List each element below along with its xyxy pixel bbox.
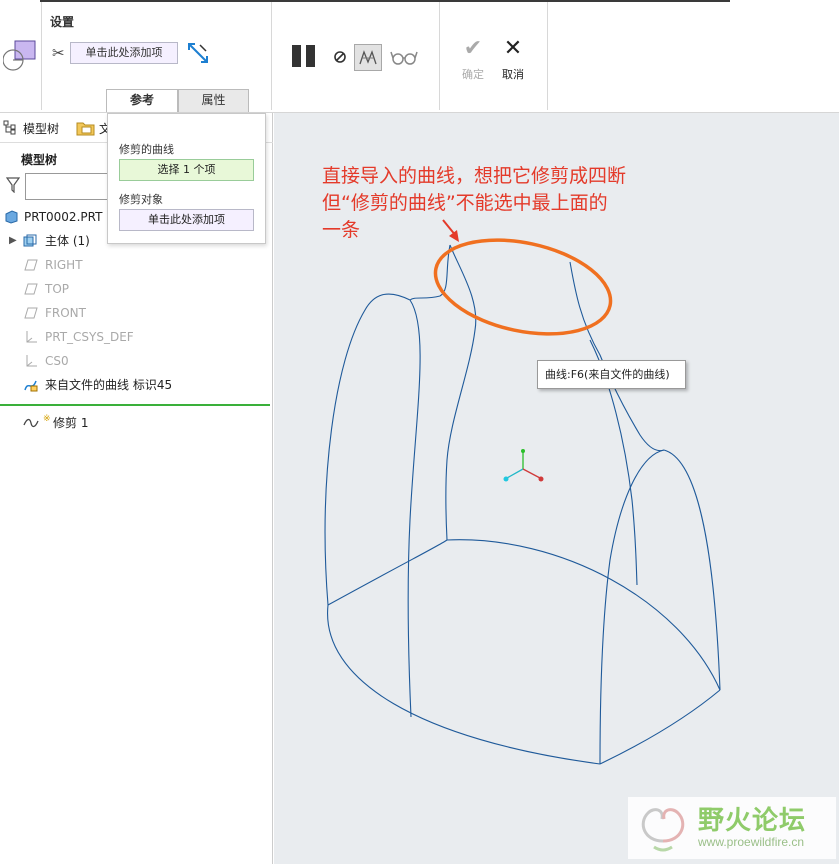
ribbon-toolbar: 设置 ✂ 单击此处添加项 参考 属性 ✔ 确定 ✕ 取消 [0,0,839,113]
tree-item-label: PRT_CSYS_DEF [45,330,134,344]
trim-feature-icon [3,40,36,71]
curve-tooltip: 曲线:F6(来自文件的曲线) [537,360,686,389]
new-feature-marker: ※ [43,414,51,424]
tree-item-label: PRT0002.PRT [24,210,103,224]
tree-item-label: 来自文件的曲线 标识45 [45,378,173,392]
tree-item-label: CS0 [45,354,69,368]
pause-icon-bar [306,45,315,67]
tree-item-label: FRONT [45,306,86,320]
part-icon [5,210,18,224]
datum-plane-icon [24,283,38,295]
trim-object-collector[interactable]: 单击此处添加项 [119,209,254,231]
left-arch-inner-curve[interactable] [407,299,421,718]
check-icon: ✔ [463,36,483,61]
datum-plane-icon [24,259,38,271]
pause-button[interactable] [292,45,318,67]
neck-right-curve[interactable] [569,261,665,452]
trim-feature-icon [23,418,39,428]
trim-object-label: 修剪对象 [119,193,163,206]
feature-preview-icon[interactable] [354,44,382,71]
neck-left-curve[interactable] [445,244,477,541]
ribbon-separator [271,2,272,110]
insert-here-marker [0,404,270,406]
ribbon-separator [41,2,42,110]
tree-item-label: 主体 (1) [45,234,90,248]
right-arch-curve[interactable] [663,449,721,691]
annotation-line: 直接导入的曲线，想把它修剪成四断 [322,165,627,187]
annotation-line: 但“修剪的曲线”不能选中最上面的 [322,192,608,214]
datum-plane-icon [24,307,38,319]
front-bottom-curve[interactable] [446,539,721,691]
tab-properties[interactable]: 属性 [178,89,249,112]
cancel-label: 取消 [502,68,524,81]
watermark-url: www.proewildfire.cn [698,835,805,849]
tree-item-label: 修剪 1 [53,416,89,430]
base-curve[interactable] [327,604,601,765]
verify-glasses-icon[interactable] [390,46,418,68]
cancel-button[interactable]: ✕ 取消 [493,36,533,86]
watermark-name: 野火论坛 [698,806,807,836]
filter-icon[interactable] [6,177,20,193]
tree-item-default-csys[interactable]: PRT_CSYS_DEF [0,327,270,347]
tab-model-tree[interactable]: 模型树 [23,117,59,141]
tree-item-top-plane[interactable]: TOP [0,279,270,299]
model-tree-icon [3,120,16,135]
annotation-line: 一条 [322,219,361,241]
tree-item-cs0[interactable]: CS0 [0,351,270,371]
watermark-logo-icon [641,808,685,852]
tree-item-trim[interactable]: ※ 修剪 1 [0,413,270,433]
tree-item-front-plane[interactable]: FRONT [0,303,270,323]
trim-curve-collector[interactable]: 选择 1 个项 [119,159,254,181]
scissors-icon: ✂ [52,44,65,62]
body-icon [23,234,37,247]
tree-item-right-plane[interactable]: RIGHT [0,255,270,275]
ribbon-separator [439,2,440,110]
pause-icon [292,45,301,67]
tree-item-label: RIGHT [45,258,83,272]
tree-search-input[interactable] [25,173,110,200]
watermark: 野火论坛 www.proewildfire.cn [628,797,836,859]
folder-browser-icon[interactable] [76,119,96,137]
ribbon-top-border [40,0,730,2]
base-right-curve[interactable] [599,689,721,765]
expand-arrow-icon[interactable]: ▶ [9,231,17,251]
ribbon-separator [547,2,548,110]
annotation-note: 直接导入的曲线，想把它修剪成四断 但“修剪的曲线”不能选中最上面的 一条 [322,163,626,244]
left-arch-curve[interactable] [324,293,411,606]
tab-references[interactable]: 参考 [106,89,178,112]
ok-button[interactable]: ✔ 确定 [453,36,493,86]
trim-object-collector[interactable]: 单击此处添加项 [70,42,178,64]
references-panel: 修剪的曲线 选择 1 个项 修剪对象 单击此处添加项 [107,113,266,244]
front-left-curve[interactable] [327,539,448,606]
csys-icon [26,355,37,367]
tree-item-imported-curve[interactable]: 来自文件的曲线 标识45 [0,375,270,395]
ok-label: 确定 [462,68,484,81]
coordinate-triad [503,449,544,482]
close-icon: ✕ [503,36,523,61]
no-preview-icon[interactable] [332,46,348,68]
csys-icon [26,331,37,343]
imported-curve-icon [24,380,38,392]
settings-group-title: 设置 [50,15,75,29]
trim-curve-label: 修剪的曲线 [119,143,174,156]
tree-item-label: TOP [45,282,70,296]
model-tree-heading: 模型树 [21,153,58,167]
flip-direction-icon[interactable] [186,41,210,65]
